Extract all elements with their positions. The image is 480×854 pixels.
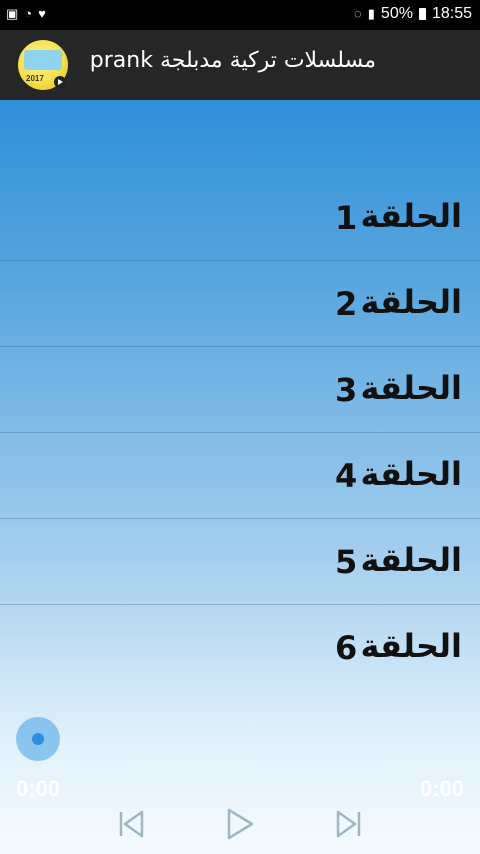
next-button[interactable] bbox=[334, 806, 364, 842]
play-badge-icon bbox=[54, 76, 66, 88]
episode-number: 4 bbox=[335, 457, 358, 495]
signal-icon: ▮ bbox=[367, 6, 375, 21]
episode-label: الحلقة bbox=[360, 455, 462, 493]
battery-icon bbox=[418, 8, 426, 20]
status-left-icons: ▣ ◔ ♥ bbox=[6, 6, 46, 22]
episode-list: الحلقة 1 الحلقة 2 الحلقة 3 الحلقة 4 الحل… bbox=[0, 175, 480, 690]
episode-number: 3 bbox=[335, 371, 358, 409]
audio-player: 0:00 0:00 bbox=[0, 717, 480, 854]
total-duration: 0:00 bbox=[419, 776, 464, 801]
episode-number: 1 bbox=[335, 199, 358, 237]
episode-number: 2 bbox=[335, 285, 358, 323]
episode-label: الحلقة bbox=[360, 283, 462, 321]
logo-year: 2017 bbox=[26, 74, 44, 83]
seek-bar-handle[interactable] bbox=[16, 717, 60, 761]
app-bar: 2017 مسلسلات تركية مدبلجة prank bbox=[0, 30, 480, 100]
mute-icon: ◌ bbox=[354, 6, 362, 21]
app-logo: 2017 bbox=[18, 40, 68, 90]
logo-artwork bbox=[24, 50, 62, 70]
battery-percentage: 50% bbox=[380, 5, 413, 22]
app-title: مسلسلات تركية مدبلجة prank bbox=[89, 48, 376, 73]
elapsed-time: 0:00 bbox=[16, 776, 61, 801]
episode-label: الحلقة bbox=[360, 369, 462, 407]
episode-number: 6 bbox=[335, 629, 358, 667]
list-item-episode-6[interactable]: الحلقة 6 bbox=[0, 605, 480, 690]
episode-number: 5 bbox=[335, 543, 358, 581]
play-button[interactable] bbox=[224, 806, 256, 842]
list-item-episode-3[interactable]: الحلقة 3 bbox=[0, 347, 480, 433]
episode-screen: الحلقة 1 الحلقة 2 الحلقة 3 الحلقة 4 الحل… bbox=[0, 100, 480, 854]
status-right-icons: ◌ ▮ 50% 18:55 bbox=[354, 5, 472, 23]
episode-label: الحلقة bbox=[360, 541, 462, 579]
list-item-episode-2[interactable]: الحلقة 2 bbox=[0, 261, 480, 347]
previous-button[interactable] bbox=[116, 806, 146, 842]
episode-label: الحلقة bbox=[360, 197, 462, 235]
list-item-episode-4[interactable]: الحلقة 4 bbox=[0, 433, 480, 519]
episode-label: الحلقة bbox=[360, 627, 462, 665]
list-item-episode-5[interactable]: الحلقة 5 bbox=[0, 519, 480, 605]
list-item-episode-1[interactable]: الحلقة 1 bbox=[0, 175, 480, 261]
shield-icon: ♥ bbox=[38, 6, 46, 21]
gallery-icon: ▣ bbox=[6, 6, 19, 21]
clock: 18:55 bbox=[431, 5, 472, 22]
status-bar: ▣ ◔ ♥ ◌ ▮ 50% 18:55 bbox=[0, 0, 480, 30]
skip-next-icon bbox=[336, 810, 361, 838]
skip-previous-icon bbox=[119, 810, 144, 838]
wifi-status-icon: ◔ bbox=[24, 6, 33, 21]
play-icon bbox=[227, 808, 254, 840]
